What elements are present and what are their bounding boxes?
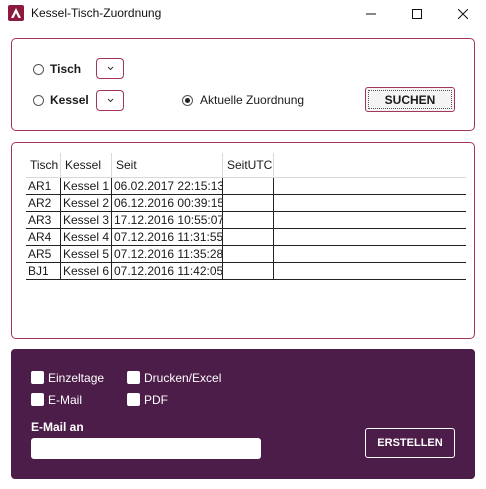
- column-header-tisch[interactable]: Tisch: [26, 153, 61, 178]
- email-label: E-Mail: [48, 393, 83, 407]
- cell-tisch: AR4: [26, 229, 61, 246]
- tisch-combo[interactable]: [96, 58, 124, 79]
- cell-kessel: Kessel 4: [61, 229, 112, 246]
- cell-tisch: AR3: [26, 212, 61, 229]
- cell-kessel: Kessel 3: [61, 212, 112, 229]
- chevron-down-icon: [107, 66, 113, 71]
- einzeltage-checkbox[interactable]: [31, 371, 44, 384]
- aktuelle-zuordnung-radio[interactable]: [182, 95, 193, 106]
- export-panel: Einzeltage Drucken/Excel E-Mail PDF E-Ma…: [11, 349, 475, 479]
- close-button[interactable]: [440, 0, 486, 27]
- close-icon: [458, 8, 468, 19]
- cell-kessel: Kessel 5: [61, 246, 112, 263]
- tisch-label: Tisch: [50, 62, 82, 76]
- window-title: Kessel-Tisch-Zuordnung: [31, 6, 162, 20]
- cell-seitutc: [223, 212, 274, 229]
- kessel-label: Kessel: [50, 93, 89, 107]
- table-row[interactable]: AR1 Kessel 1 06.02.2017 22:15:13: [26, 178, 466, 195]
- pdf-checkbox[interactable]: [127, 393, 140, 406]
- cell-kessel: Kessel 1: [61, 178, 112, 195]
- table-row[interactable]: AR4 Kessel 4 07.12.2016 11:31:55: [26, 229, 466, 246]
- cell-tisch: AR1: [26, 178, 61, 195]
- table-row[interactable]: BJ1 Kessel 6 07.12.2016 11:42:05: [26, 263, 466, 280]
- column-header-seitutc[interactable]: SeitUTC: [223, 153, 274, 178]
- kessel-combo[interactable]: [96, 90, 124, 111]
- email-checkbox[interactable]: [31, 393, 44, 406]
- email-an-label: E-Mail an: [31, 420, 84, 434]
- maximize-icon: [412, 8, 422, 19]
- email-input[interactable]: [31, 438, 261, 459]
- cell-tisch: AR5: [26, 246, 61, 263]
- cell-kessel: Kessel 2: [61, 195, 112, 212]
- cell-seit: 07.12.2016 11:31:55: [114, 229, 223, 246]
- results-panel: Tisch Kessel Seit SeitUTC AR1 Kessel 1 0…: [11, 142, 475, 339]
- table-row[interactable]: AR5 Kessel 5 07.12.2016 11:35:28: [26, 246, 466, 263]
- title-bar: Kessel-Tisch-Zuordnung: [0, 0, 486, 27]
- cell-seit: 17.12.2016 10:55:07: [114, 212, 223, 229]
- cell-tisch: AR2: [26, 195, 61, 212]
- chevron-down-icon: [107, 98, 113, 103]
- column-header-seit[interactable]: Seit: [112, 153, 223, 178]
- table-row[interactable]: AR3 Kessel 3 17.12.2016 10:55:07: [26, 212, 466, 229]
- app-logo-icon: [8, 5, 24, 21]
- grid-body: AR1 Kessel 1 06.02.2017 22:15:13 AR2 Kes…: [26, 178, 466, 280]
- kessel-radio[interactable]: [33, 95, 44, 106]
- grid-header: Tisch Kessel Seit SeitUTC: [26, 153, 466, 178]
- pdf-label: PDF: [144, 393, 168, 407]
- cell-seitutc: [223, 178, 274, 195]
- tisch-radio[interactable]: [33, 64, 44, 75]
- cell-seitutc: [223, 246, 274, 263]
- cell-kessel: Kessel 6: [61, 263, 112, 280]
- cell-tisch: BJ1: [26, 263, 61, 280]
- einzeltage-label: Einzeltage: [48, 371, 105, 385]
- cell-seitutc: [223, 229, 274, 246]
- column-header-kessel[interactable]: Kessel: [61, 153, 112, 178]
- drucken-excel-label: Drucken/Excel: [144, 371, 222, 385]
- cell-seit: 06.12.2016 00:39:15: [114, 195, 223, 212]
- cell-seit: 07.12.2016 11:42:05: [114, 263, 223, 280]
- cell-seitutc: [223, 263, 274, 280]
- cell-seit: 07.12.2016 11:35:28: [114, 246, 223, 263]
- drucken-excel-checkbox[interactable]: [127, 371, 140, 384]
- erstellen-button[interactable]: ERSTELLEN: [365, 428, 455, 458]
- minimize-button[interactable]: [348, 0, 394, 27]
- search-panel: Tisch Kessel Aktuelle Zuordnung SUCHEN: [11, 38, 475, 131]
- suchen-button[interactable]: SUCHEN: [365, 87, 455, 112]
- cell-seitutc: [223, 195, 274, 212]
- aktuelle-zuordnung-label: Aktuelle Zuordnung: [200, 93, 305, 107]
- maximize-button[interactable]: [394, 0, 440, 27]
- cell-seit: 06.02.2017 22:15:13: [114, 178, 223, 195]
- results-grid[interactable]: Tisch Kessel Seit SeitUTC AR1 Kessel 1 0…: [26, 153, 466, 280]
- minimize-icon: [366, 13, 376, 14]
- table-row[interactable]: AR2 Kessel 2 06.12.2016 00:39:15: [26, 195, 466, 212]
